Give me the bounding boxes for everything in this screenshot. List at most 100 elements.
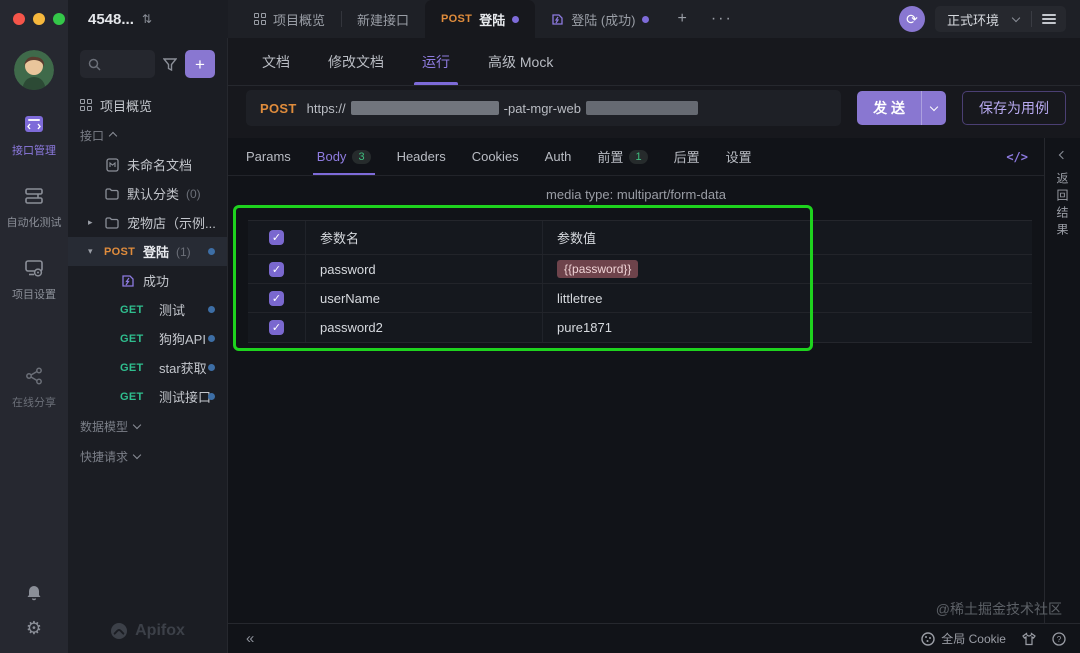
sidebar: + 项目概览 接口 ▾ ▸ (68, 38, 228, 653)
section-quick-request[interactable]: 快捷请求 (68, 441, 227, 471)
request-tab[interactable]: Headers (397, 138, 446, 175)
section-api[interactable]: 接口 (68, 120, 227, 150)
status-bar: « 全局 Cookie ? (228, 623, 1080, 653)
tab-login-success-case[interactable]: 登陆 (成功) (535, 0, 665, 38)
row-checkbox[interactable]: ✓ (269, 291, 284, 306)
project-switcher[interactable]: 4548... ⇅ (68, 0, 228, 38)
folder-icon (104, 215, 120, 231)
test-case-icon (551, 13, 564, 26)
tree-item[interactable]: ▾ ▸ 宠物店（示例... (68, 208, 227, 237)
method-label: POST (260, 101, 297, 116)
tree-item[interactable]: ▾ ▸ GET 狗狗API (68, 324, 227, 353)
rail-item-project-settings[interactable]: 项目设置 (12, 256, 56, 302)
send-options-caret[interactable] (921, 91, 946, 125)
overview-grid-icon (254, 13, 266, 25)
request-url-row: POST https://-pat-mgr-web 发 送 保存为用例 (228, 86, 1080, 138)
result-rail-label[interactable]: 返回结果 (1054, 172, 1071, 240)
caret-down-icon[interactable]: ▾ (88, 246, 93, 257)
add-tab-button[interactable]: + (665, 0, 698, 38)
help-icon[interactable]: ? (1052, 632, 1066, 646)
tab-new-api[interactable]: 新建接口 (341, 0, 425, 38)
project-name: 4548... (88, 11, 134, 28)
window-titlebar: 4548... ⇅ 项目概览 新建接口 POST 登陆 登陆 (成功) + ··… (0, 0, 1080, 38)
table-row[interactable]: ✓ password2 pure1871 (248, 313, 1032, 342)
overview-grid-icon (80, 99, 92, 111)
request-tab[interactable]: Body 3 (317, 138, 371, 175)
request-tab[interactable]: Cookies (472, 138, 519, 175)
table-row[interactable]: ✓ password {{password}} (248, 255, 1032, 284)
request-tab[interactable]: 设置 (726, 138, 752, 175)
tree-item[interactable]: ▾ ▸ GET 测试 (68, 295, 227, 324)
tab-post-login[interactable]: POST 登陆 (425, 0, 535, 38)
doc-tab[interactable]: 高级 Mock (488, 38, 553, 85)
column-header-value: 参数值 (543, 228, 1032, 247)
params-table: ✓ 参数名 参数值 ✓ password {{password}} (248, 220, 1032, 343)
close-window-button[interactable] (13, 13, 25, 25)
request-tab[interactable]: 后置 (674, 138, 700, 175)
sidebar-item-overview[interactable]: 项目概览 (68, 90, 227, 120)
row-checkbox[interactable]: ✓ (269, 320, 284, 335)
collapse-sidebar-icon[interactable]: « (246, 630, 254, 647)
global-cookie-button[interactable]: 全局 Cookie (921, 630, 1006, 647)
rail-item-online-share[interactable]: 在线分享 (12, 364, 56, 410)
automation-test-icon (22, 184, 46, 208)
send-button[interactable]: 发 送 (857, 91, 946, 125)
sync-button[interactable]: ⟳ (899, 6, 925, 32)
body-panel: media type: multipart/form-data ✓ 参数名 参数… (228, 176, 1044, 623)
environment-select[interactable]: 正式环境 (935, 10, 1031, 29)
doc-tab[interactable]: 修改文档 (328, 38, 384, 85)
avatar[interactable] (14, 50, 54, 90)
more-tabs-button[interactable]: ··· (699, 0, 745, 38)
cookie-icon (921, 632, 935, 646)
row-checkbox[interactable]: ✓ (269, 262, 284, 277)
doc-tab[interactable]: 文档 (262, 38, 290, 85)
add-api-button[interactable]: + (185, 50, 215, 78)
caret-right-icon[interactable]: ▸ (88, 217, 93, 228)
url-redacted-block (351, 101, 499, 115)
tree-item[interactable]: ▾ ▸ 成功 (68, 266, 227, 295)
theme-shirt-icon[interactable] (1022, 632, 1036, 646)
modified-dot (208, 248, 215, 255)
doc-tab[interactable]: 运行 (422, 38, 450, 85)
tree-item[interactable]: ▾ ▸ 未命名文档 (68, 150, 227, 179)
expand-result-icon[interactable] (1058, 151, 1066, 159)
modified-dot (208, 393, 215, 400)
modified-dot (208, 306, 215, 313)
tree-item[interactable]: ▾ ▸ POST 登陆 (1) (68, 237, 227, 266)
collapse-icon (109, 132, 117, 140)
tab-project-overview[interactable]: 项目概览 (238, 0, 341, 38)
code-view-icon[interactable]: </> (1006, 150, 1028, 164)
search-input[interactable] (80, 50, 155, 78)
section-data-model[interactable]: 数据模型 (68, 411, 227, 441)
rail-item-automation-test[interactable]: 自动化测试 (7, 184, 62, 230)
traffic-lights (0, 0, 68, 38)
project-switch-icon: ⇅ (142, 12, 152, 26)
tree-item[interactable]: ▾ ▸ GET 测试接口 (68, 382, 227, 411)
select-all-checkbox[interactable]: ✓ (269, 230, 284, 245)
doc-tabs: 文档 修改文档 运行 高级 Mock (228, 38, 1080, 86)
left-rail: 接口管理 自动化测试 项目设置 在线分享 ⚙ (0, 38, 68, 653)
request-tab[interactable]: Auth (545, 138, 572, 175)
chevron-down-icon (1012, 13, 1020, 21)
zoom-window-button[interactable] (53, 13, 65, 25)
save-as-case-button[interactable]: 保存为用例 (962, 91, 1066, 125)
table-row[interactable]: ✓ userName littletree (248, 284, 1032, 313)
rail-item-api-management[interactable]: 接口管理 (12, 112, 56, 158)
request-tab[interactable]: Params (246, 138, 291, 175)
tree-item[interactable]: ▾ ▸ GET star获取 (68, 353, 227, 382)
request-tab[interactable]: 前置 1 (597, 138, 647, 175)
filter-icon[interactable] (163, 58, 177, 71)
search-icon (88, 58, 101, 71)
settings-gear-icon[interactable]: ⚙ (26, 618, 42, 639)
share-icon (22, 364, 46, 388)
media-type-label: media type: multipart/form-data (228, 182, 1044, 206)
modified-dot (208, 335, 215, 342)
environment-menu-button[interactable] (1032, 12, 1066, 26)
notifications-bell-icon[interactable] (25, 584, 43, 602)
folder-icon (104, 186, 120, 202)
tree-item[interactable]: ▾ ▸ 默认分类 (0) (68, 179, 227, 208)
minimize-window-button[interactable] (33, 13, 45, 25)
environment-zone: ⟳ 正式环境 (885, 0, 1080, 38)
url-input[interactable]: POST https://-pat-mgr-web (246, 90, 841, 126)
url-redacted-block (586, 101, 698, 115)
